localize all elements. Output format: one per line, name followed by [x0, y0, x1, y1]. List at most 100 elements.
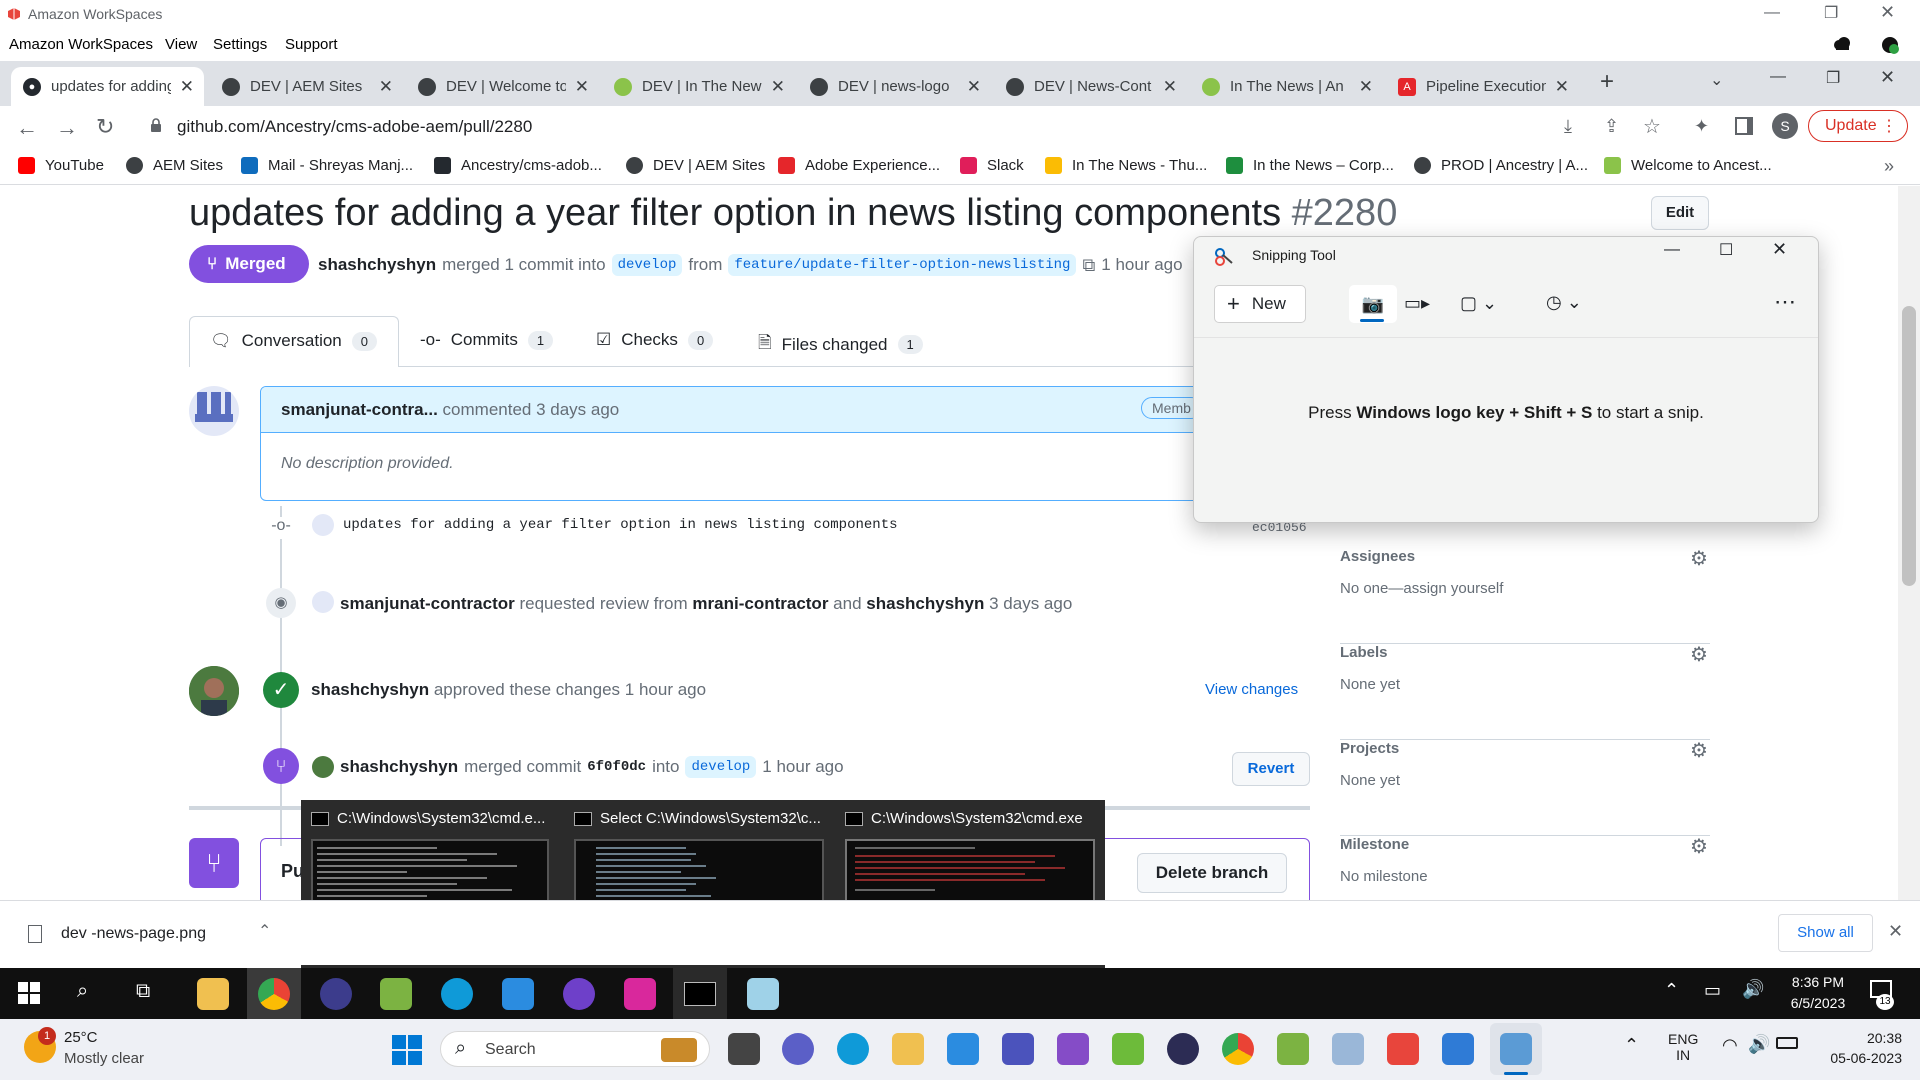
extensions-puzzle-icon[interactable]: ✦ — [1694, 116, 1709, 137]
gear-icon[interactable]: ⚙ — [1690, 546, 1708, 571]
update-button[interactable]: Update ⋮ — [1808, 110, 1908, 142]
tab-dev-in-the-news[interactable]: DEV | In The New ✕ — [602, 67, 795, 106]
snip-maximize-button[interactable]: ☐ — [1719, 240, 1733, 260]
avatar[interactable] — [189, 386, 239, 436]
connection-health-icon[interactable] — [1880, 35, 1900, 55]
download-filename[interactable]: dev -news-page.png — [61, 925, 206, 943]
base-branch-label[interactable]: develop — [611, 254, 683, 276]
merge-commit-sha[interactable]: 6f0f0dc — [587, 759, 646, 775]
host-clock-time[interactable]: 20:38 — [1840, 1030, 1902, 1046]
tab-files-changed[interactable]: 🗎 Files changed 1 — [758, 330, 923, 359]
tab-dev-news-logo[interactable]: DEV | news-logo ✕ — [798, 67, 991, 106]
tab-close-icon[interactable]: ✕ — [1163, 77, 1177, 97]
bookmark-dev-aem-sites[interactable]: DEV | AEM Sites — [626, 157, 765, 174]
bookmark-welcome-ancestry[interactable]: Welcome to Ancest... — [1604, 157, 1772, 174]
back-icon[interactable]: ← — [16, 115, 38, 141]
tab-close-icon[interactable]: ✕ — [180, 77, 194, 97]
tray-chevron-icon[interactable]: ⌃ — [1664, 980, 1679, 1001]
ws-menu-support[interactable]: Support — [285, 36, 338, 53]
bookmark-prod-ancestry[interactable]: PROD | Ancestry | A... — [1414, 157, 1588, 174]
file-explorer-icon[interactable] — [892, 1033, 924, 1065]
battery-icon[interactable] — [1776, 1037, 1798, 1049]
forward-icon[interactable]: → — [56, 115, 78, 141]
chrome-restore-button[interactable]: ❐ — [1826, 68, 1840, 88]
windows-start-icon[interactable] — [18, 982, 40, 1004]
scrollbar-thumb[interactable] — [1902, 306, 1916, 586]
reviewer-link[interactable]: shashchyshyn — [866, 594, 984, 613]
side-panel-icon[interactable] — [1735, 117, 1753, 135]
ws-menu-workspaces[interactable]: Amazon WorkSpaces — [9, 36, 153, 53]
tab-close-icon[interactable]: ✕ — [967, 77, 981, 97]
tab-pipeline-execution[interactable]: A Pipeline Execution ✕ — [1386, 67, 1579, 106]
ws-restore-button[interactable]: ❐ — [1824, 3, 1838, 23]
teams-chat-icon[interactable] — [782, 1033, 814, 1065]
weather-temp[interactable]: 25°C — [64, 1029, 98, 1046]
reload-icon[interactable]: ↻ — [96, 114, 114, 140]
vscode-icon[interactable] — [947, 1033, 979, 1065]
tab-search-icon[interactable]: ⌄ — [1710, 70, 1723, 90]
taskbar-active-chrome[interactable] — [247, 968, 301, 1019]
tab-close-icon[interactable]: ✕ — [1359, 77, 1373, 97]
new-snip-button[interactable]: + New — [1214, 285, 1306, 323]
bookmark-mail[interactable]: Mail - Shreyas Manj... — [241, 157, 413, 174]
gear-icon[interactable]: ⚙ — [1690, 834, 1708, 859]
github-desktop-icon[interactable] — [563, 978, 595, 1010]
tab-in-the-news[interactable]: In The News | An ✕ — [1190, 67, 1383, 106]
copy-icon[interactable]: ⧉ — [1082, 255, 1095, 276]
search-icon[interactable]: ⌕ — [77, 980, 88, 1003]
task-view-icon[interactable] — [728, 1033, 760, 1065]
ws-menu-settings[interactable]: Settings — [213, 36, 267, 53]
weather-desc[interactable]: Mostly clear — [64, 1050, 144, 1067]
gear-icon[interactable]: ⚙ — [1690, 642, 1708, 667]
tab-dev-aem-sites[interactable]: DEV | AEM Sites ✕ — [210, 67, 403, 106]
snip-close-button[interactable]: ✕ — [1772, 239, 1787, 260]
video-icon[interactable]: ▭▸ — [1404, 293, 1430, 314]
event-author-link[interactable]: smanjunat-contractor — [340, 594, 515, 613]
show-all-button[interactable]: Show all — [1778, 914, 1873, 952]
bookmark-youtube[interactable]: YouTube — [18, 157, 104, 174]
bookmark-star-icon[interactable]: ☆ — [1643, 114, 1661, 139]
profile-avatar[interactable]: S — [1772, 113, 1798, 139]
share-icon[interactable]: ⇪ — [1604, 116, 1619, 137]
event-author-link[interactable]: shashchyshyn — [311, 680, 429, 699]
bookmark-aem-sites[interactable]: AEM Sites — [126, 157, 223, 174]
notepad-icon[interactable] — [380, 978, 412, 1010]
clock-date[interactable]: 6/5/2023 — [1780, 995, 1856, 1011]
file-explorer-icon[interactable] — [197, 978, 229, 1010]
visual-studio-icon[interactable] — [1057, 1033, 1089, 1065]
bookmark-ancestry-cms[interactable]: Ancestry/cms-adob... — [434, 157, 602, 174]
ws-menu-view[interactable]: View — [165, 36, 197, 53]
network-icon[interactable]: ▭ — [1704, 980, 1721, 1001]
edge-icon[interactable] — [441, 978, 473, 1010]
clock-time[interactable]: 8:36 PM — [1788, 974, 1848, 990]
windows-start-icon[interactable] — [392, 1035, 422, 1065]
taskbar-cmd[interactable] — [673, 968, 727, 1019]
language-indicator[interactable]: ENG IN — [1668, 1031, 1698, 1063]
camera-icon[interactable]: 📷 — [1349, 285, 1397, 323]
url-text[interactable]: github.com/Ancestry/cms-adobe-aem/pull/2… — [177, 117, 532, 137]
notepad-plus-icon[interactable] — [1277, 1033, 1309, 1065]
branch-label[interactable]: develop — [685, 756, 757, 778]
lock-icon[interactable] — [150, 118, 162, 132]
task-view-icon[interactable]: ⧉ — [136, 980, 150, 1003]
tab-close-icon[interactable]: ✕ — [379, 77, 393, 97]
gear-icon[interactable]: ⚙ — [1690, 738, 1708, 763]
tab-close-icon[interactable]: ✕ — [771, 77, 785, 97]
sidebar-value[interactable]: No one—assign yourself — [1340, 580, 1503, 597]
ws-minimize-button[interactable]: — — [1764, 4, 1780, 22]
tab-dev-news-content[interactable]: DEV | News-Cont ✕ — [994, 67, 1187, 106]
delete-branch-button[interactable]: Delete branch — [1137, 853, 1287, 893]
tab-close-icon[interactable]: ✕ — [575, 77, 589, 97]
omnibox[interactable]: github.com/Ancestry/cms-adobe-aem/pull/2… — [134, 109, 1562, 145]
avatar[interactable] — [189, 666, 239, 716]
chevron-up-icon[interactable]: ⌃ — [258, 921, 271, 941]
bookmark-in-the-news-thu[interactable]: In The News - Thu... — [1045, 157, 1207, 174]
host-clock-date[interactable]: 05-06-2023 — [1810, 1050, 1902, 1066]
page-scrollbar[interactable] — [1898, 186, 1920, 900]
snipping-taskbar-icon[interactable] — [747, 978, 779, 1010]
tab-conversation[interactable]: 🗨 Conversation 0 — [189, 316, 399, 367]
tab-commits[interactable]: -o- Commits 1 — [420, 330, 554, 350]
bookmark-slack[interactable]: Slack — [960, 157, 1024, 174]
chrome-icon[interactable] — [1222, 1033, 1254, 1065]
edge-icon[interactable] — [837, 1033, 869, 1065]
